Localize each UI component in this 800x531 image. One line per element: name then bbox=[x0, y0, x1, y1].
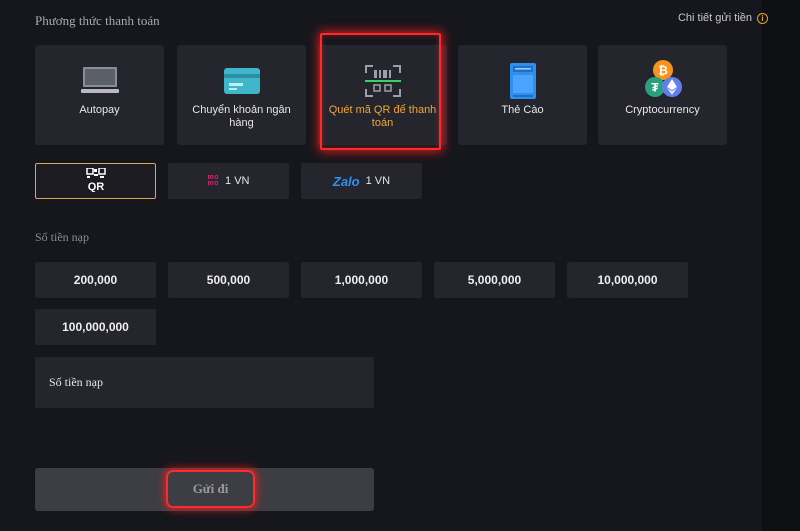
deposit-details-label: Chi tiết gửi tiền bbox=[677, 12, 752, 24]
sub-option-zalo[interactable]: Zalo 1 VN bbox=[301, 163, 422, 199]
sub-option-qr[interactable]: QR bbox=[35, 163, 156, 199]
method-phone-card[interactable]: Thẻ Cào bbox=[458, 45, 587, 145]
submit-button-label[interactable]: Gửi đi bbox=[166, 470, 255, 508]
method-bank-transfer[interactable]: Chuyển khoản ngân hàng bbox=[177, 45, 306, 145]
crypto-coins-icon: ₿ ₮ bbox=[643, 60, 683, 98]
method-label: Chuyển khoản ngân hàng bbox=[192, 104, 291, 129]
payment-methods-title: Phương thức thanh toán bbox=[35, 13, 160, 28]
svg-text:QR: QR bbox=[87, 181, 104, 192]
method-label: Autopay bbox=[79, 104, 120, 116]
phone-card-icon bbox=[509, 63, 537, 99]
momo-logo-icon: mo mo bbox=[207, 174, 220, 187]
amount-option[interactable]: 200,000 bbox=[35, 262, 156, 298]
qr-scan-icon bbox=[364, 64, 402, 98]
deposit-details-link[interactable]: Chi tiết gửi tiền i bbox=[678, 12, 768, 24]
svg-text:₿: ₿ bbox=[658, 64, 668, 78]
sub-option-label: 1 VN bbox=[225, 175, 250, 187]
monitor-icon bbox=[80, 64, 119, 98]
bank-card-icon bbox=[223, 64, 261, 98]
amount-input[interactable] bbox=[35, 357, 374, 408]
method-autopay[interactable]: Autopay bbox=[35, 45, 164, 145]
zalo-logo-icon: Zalo bbox=[332, 173, 360, 189]
amount-option[interactable]: 100,000,000 bbox=[35, 309, 156, 345]
method-label: Quét mã QR để thanh toán bbox=[328, 104, 437, 129]
method-label: Thẻ Cào bbox=[501, 104, 544, 116]
amount-option[interactable]: 500,000 bbox=[168, 262, 289, 298]
sub-option-momo[interactable]: mo mo 1 VN bbox=[168, 163, 289, 199]
page-edge bbox=[762, 0, 800, 531]
method-qr-scan[interactable]: Quét mã QR để thanh toán bbox=[318, 45, 447, 145]
amount-section-title: Số tiền nạp bbox=[35, 230, 89, 244]
sub-option-label: 1 VN bbox=[365, 175, 391, 187]
method-label: Cryptocurrency bbox=[625, 104, 700, 116]
amount-option[interactable]: 5,000,000 bbox=[434, 262, 555, 298]
method-crypto[interactable]: ₿ ₮ Cryptocurrency bbox=[598, 45, 727, 145]
qr-logo-icon: QR bbox=[85, 166, 107, 195]
svg-text:₮: ₮ bbox=[651, 81, 659, 95]
amount-option[interactable]: 10,000,000 bbox=[567, 262, 688, 298]
info-icon: i bbox=[757, 12, 768, 24]
amount-option[interactable]: 1,000,000 bbox=[301, 262, 422, 298]
